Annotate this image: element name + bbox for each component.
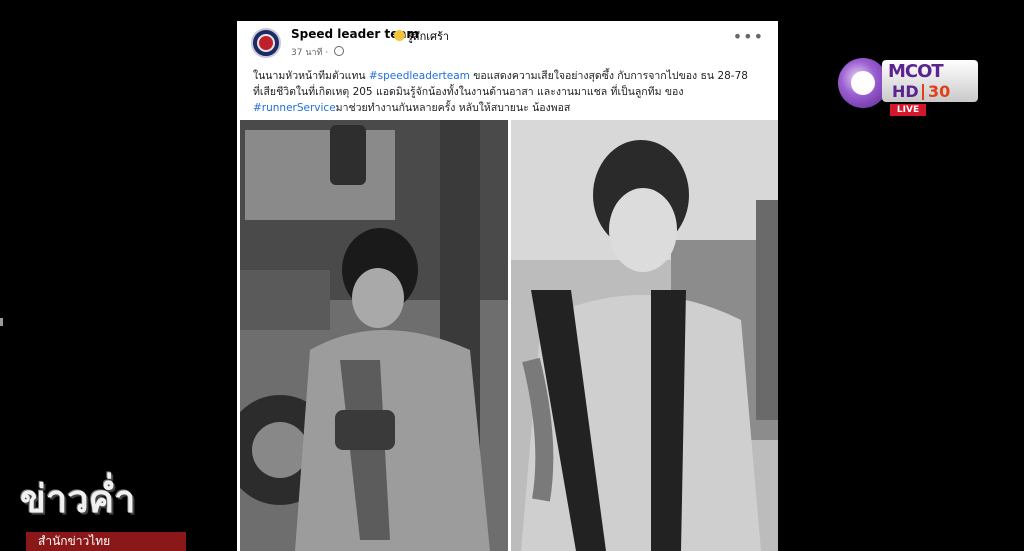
portrait-photo-illustration — [511, 120, 778, 551]
caption-text-1: ในนามหัวหน้าทีมตัวแทน — [253, 70, 369, 82]
left-edge-mark — [0, 318, 3, 326]
post-header: Speed leader team รู้สึกเศร้า 37 นาที · … — [237, 21, 778, 61]
sad-emoji-icon — [394, 30, 405, 41]
news-program-title: ข่าวค่ำ — [20, 477, 136, 521]
mcot-circle-icon — [838, 58, 888, 108]
hashtag-link[interactable]: #runnerService — [253, 102, 336, 114]
post-caption: ในนามหัวหน้าทีมตัวแทน #speedleaderteam ข… — [253, 68, 758, 116]
mcot-channel-number: 30 — [928, 82, 951, 101]
post-photo-right[interactable] — [511, 120, 778, 551]
mcot-brand: MCOT — [888, 61, 944, 82]
news-agency-label: สำนักข่าวไทย — [26, 532, 186, 551]
firefighter-photo-illustration — [240, 120, 508, 551]
caption-text-3: มาช่วยทำงานกันหลายครั้ง หลับให้สบายนะ น้… — [335, 102, 571, 114]
mcot-hd: HD — [892, 82, 919, 101]
globe-icon — [334, 46, 345, 56]
feeling-status: รู้สึกเศร้า — [394, 27, 449, 45]
news-program-logo: ข่าวค่ำ สำนักข่าวไทย — [20, 468, 190, 551]
post-photos — [240, 120, 778, 551]
mcot-channel-logo: MCOT HD 30 LIVE — [838, 56, 980, 118]
facebook-post-card: Speed leader team รู้สึกเศร้า 37 นาที · … — [237, 21, 778, 551]
mcot-divider — [922, 84, 924, 100]
more-options-icon[interactable]: ••• — [733, 29, 764, 45]
post-timestamp[interactable]: 37 นาที — [291, 48, 322, 58]
live-badge: LIVE — [890, 104, 926, 116]
mcot-wordmark: MCOT HD 30 — [882, 60, 978, 102]
post-meta: 37 นาที · — [291, 45, 345, 59]
page-avatar[interactable] — [251, 28, 281, 58]
avatar-emblem — [257, 34, 275, 52]
hashtag-link[interactable]: #speedleaderteam — [369, 70, 470, 82]
post-photo-left[interactable] — [240, 120, 508, 551]
feeling-label: รู้สึกเศร้า — [407, 30, 450, 43]
